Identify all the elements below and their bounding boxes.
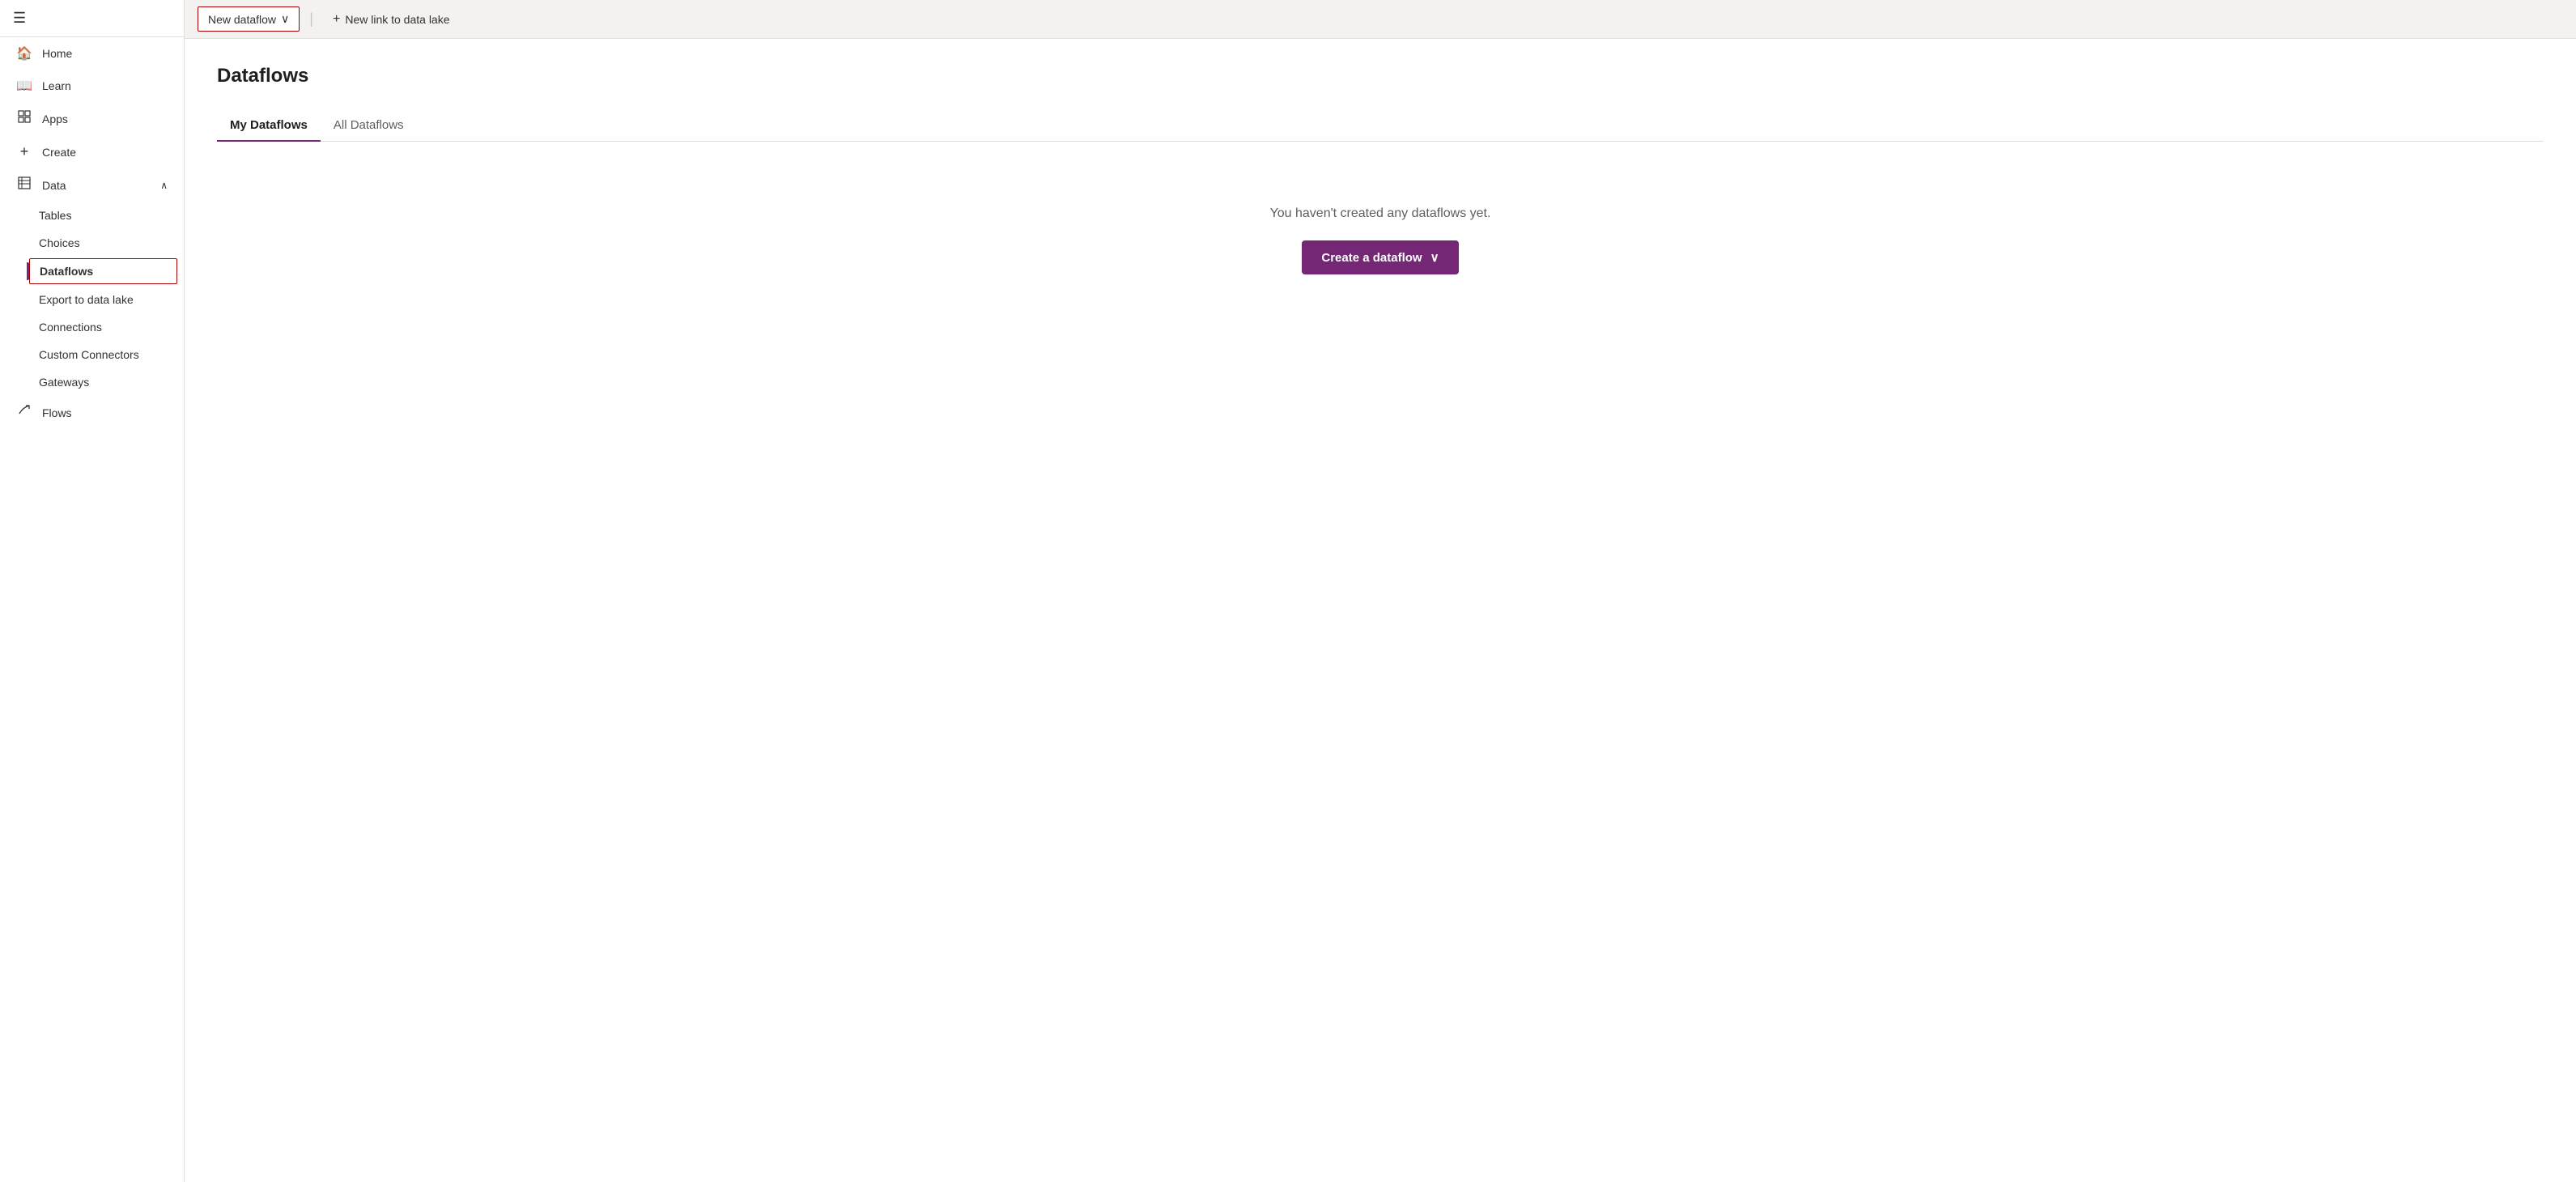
sidebar-item-create[interactable]: + Create bbox=[0, 135, 184, 168]
sidebar-item-learn-label: Learn bbox=[42, 79, 71, 92]
sidebar-item-home[interactable]: 🏠 Home bbox=[0, 37, 184, 70]
sidebar-sub-choices-label: Choices bbox=[39, 236, 80, 249]
toolbar: New dataflow ∨ | + New link to data lake bbox=[185, 0, 2576, 39]
sidebar-sub-gateways[interactable]: Gateways bbox=[0, 368, 184, 396]
sidebar-sub-choices[interactable]: Choices bbox=[0, 229, 184, 257]
page-content: Dataflows My Dataflows All Dataflows You… bbox=[185, 39, 2576, 1182]
new-link-label: New link to data lake bbox=[345, 13, 449, 26]
create-dataflow-chevron: ∨ bbox=[1430, 250, 1439, 265]
sidebar-sub-dataflows[interactable]: Dataflows bbox=[29, 258, 177, 284]
sidebar-item-data-label: Data bbox=[42, 179, 66, 192]
new-dataflow-button[interactable]: New dataflow ∨ bbox=[198, 6, 300, 32]
create-icon: + bbox=[16, 143, 32, 160]
main-area: New dataflow ∨ | + New link to data lake… bbox=[185, 0, 2576, 1182]
sidebar-sub-export-label: Export to data lake bbox=[39, 293, 134, 306]
sidebar: ☰ 🏠 Home 📖 Learn Apps + Create bbox=[0, 0, 185, 1182]
plus-icon: + bbox=[333, 12, 340, 27]
flows-icon bbox=[16, 404, 32, 421]
sidebar-sub-gateways-label: Gateways bbox=[39, 376, 89, 389]
sidebar-top: ☰ bbox=[0, 0, 184, 37]
new-link-to-data-lake-button[interactable]: + New link to data lake bbox=[323, 7, 460, 32]
data-icon bbox=[16, 176, 32, 193]
create-dataflow-button[interactable]: Create a dataflow ∨ bbox=[1302, 240, 1458, 274]
new-dataflow-chevron: ∨ bbox=[281, 12, 289, 26]
tabs-container: My Dataflows All Dataflows bbox=[217, 110, 2544, 142]
empty-state: You haven't created any dataflows yet. C… bbox=[217, 206, 2544, 274]
sidebar-item-create-label: Create bbox=[42, 146, 76, 159]
sidebar-item-data[interactable]: Data ∧ bbox=[0, 168, 184, 202]
sidebar-item-learn[interactable]: 📖 Learn bbox=[0, 70, 184, 102]
sidebar-sub-custom-connectors-label: Custom Connectors bbox=[39, 348, 139, 361]
sidebar-sub-dataflows-label: Dataflows bbox=[40, 265, 93, 278]
sidebar-sub-connections[interactable]: Connections bbox=[0, 313, 184, 341]
sidebar-sub-export[interactable]: Export to data lake bbox=[0, 286, 184, 313]
sidebar-item-flows-label: Flows bbox=[42, 406, 72, 419]
page-title: Dataflows bbox=[217, 65, 2544, 87]
tab-my-dataflows-label: My Dataflows bbox=[230, 118, 308, 132]
new-dataflow-label: New dataflow bbox=[208, 13, 276, 26]
learn-icon: 📖 bbox=[16, 78, 32, 94]
tab-all-dataflows[interactable]: All Dataflows bbox=[321, 110, 417, 142]
toolbar-separator: | bbox=[309, 11, 313, 28]
apps-icon bbox=[16, 110, 32, 127]
tab-all-dataflows-label: All Dataflows bbox=[334, 118, 404, 132]
sidebar-sub-connections-label: Connections bbox=[39, 321, 102, 334]
sidebar-item-apps[interactable]: Apps bbox=[0, 102, 184, 135]
sidebar-sub-tables-label: Tables bbox=[39, 209, 71, 222]
sidebar-item-apps-label: Apps bbox=[42, 113, 68, 125]
sidebar-sub-custom-connectors[interactable]: Custom Connectors bbox=[0, 341, 184, 368]
sidebar-item-flows[interactable]: Flows bbox=[0, 396, 184, 429]
sidebar-item-home-label: Home bbox=[42, 47, 72, 60]
tab-my-dataflows[interactable]: My Dataflows bbox=[217, 110, 321, 142]
sidebar-sub-tables[interactable]: Tables bbox=[0, 202, 184, 229]
home-icon: 🏠 bbox=[16, 45, 32, 62]
data-expand-icon: ∧ bbox=[160, 180, 168, 191]
create-dataflow-label: Create a dataflow bbox=[1321, 251, 1422, 265]
empty-state-text: You haven't created any dataflows yet. bbox=[1270, 206, 1491, 221]
hamburger-icon[interactable]: ☰ bbox=[13, 10, 26, 26]
